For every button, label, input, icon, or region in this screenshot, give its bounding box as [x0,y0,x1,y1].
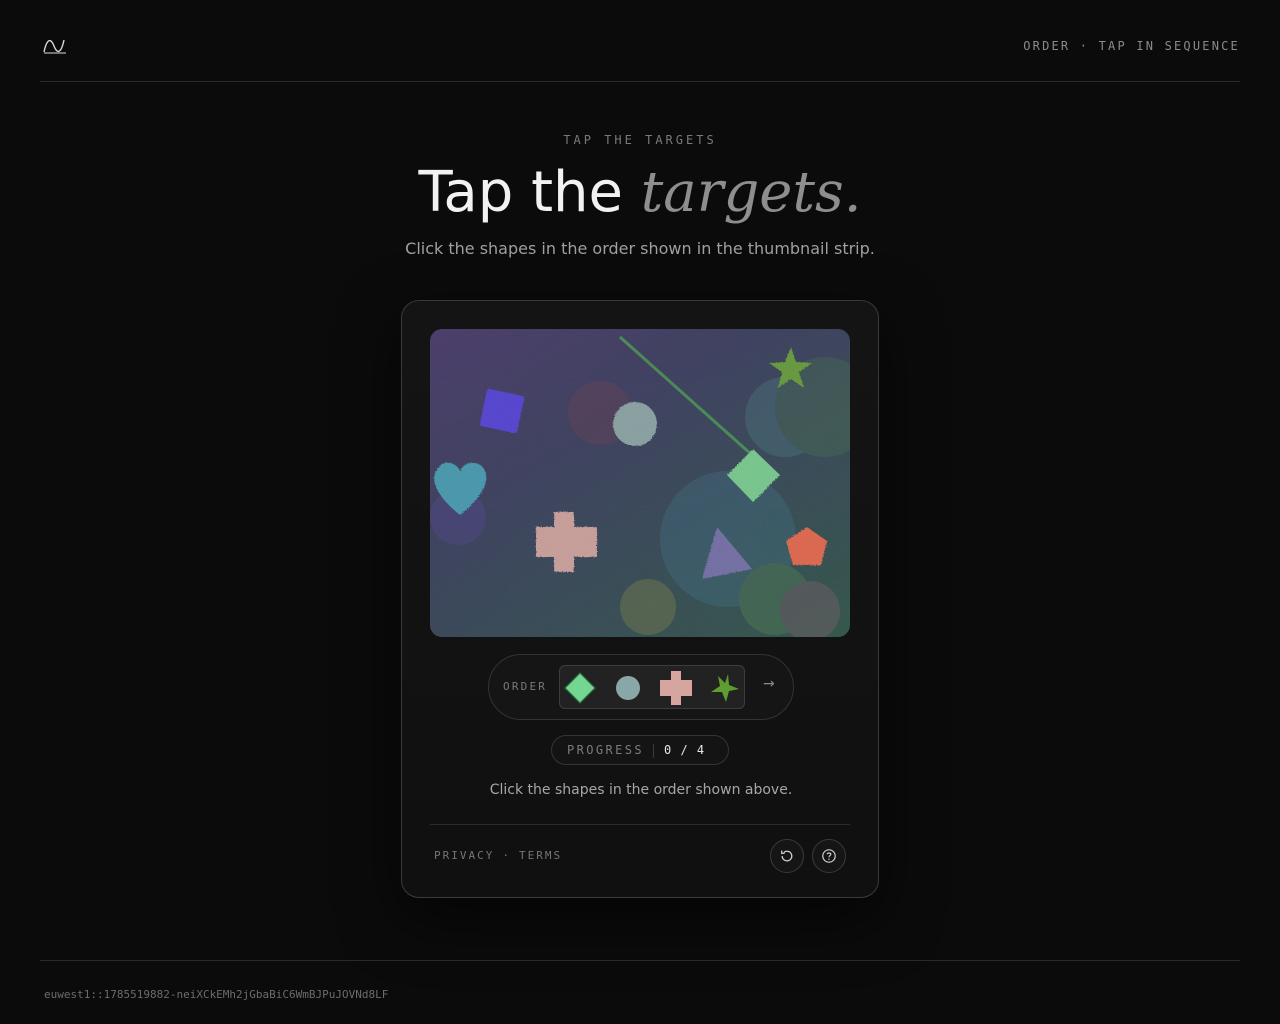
order-strip: ORDER → [488,654,794,720]
help-icon [822,849,836,863]
noise-overlay [430,329,850,637]
challenge-canvas-svg [430,329,850,637]
progress-indicator: PROGRESS 0 / 4 [551,735,729,765]
top-bar: ORDER · TAP IN SEQUENCE [40,0,1240,82]
thumb-cross-icon [660,671,692,705]
legal-links: PRIVACY · TERMS [434,849,562,862]
captcha-card: ORDER → PROGRESS 0 / 4 Click the shapes … [401,300,879,898]
help-button[interactable] [812,839,846,873]
progress-label: PROGRESS [567,743,644,757]
thumbnail-strip [559,665,745,709]
thumb-circle-icon [616,676,640,700]
refresh-icon [780,850,793,862]
challenge-canvas [430,329,850,637]
thumb-star-icon [711,674,739,702]
privacy-link[interactable]: PRIVACY [434,849,494,862]
title-plain: Tap the [418,160,641,225]
order-arrow-icon: → [763,676,775,692]
bottom-divider [40,960,1240,961]
order-label: ORDER [503,680,548,693]
wave-logo-icon [43,39,66,54]
title-accent: targets. [640,160,862,225]
session-id: euwest1::1785519882-neiXCkEMh2jGbaBiC6Wm… [44,988,389,1001]
progress-value: 0 / 4 [664,743,706,757]
progress-divider [653,744,654,758]
terms-link[interactable]: TERMS [519,849,562,862]
refresh-button[interactable] [770,839,804,873]
card-footer: PRIVACY · TERMS [430,824,850,899]
instruction-hint: Click the shapes in the order shown abov… [489,782,793,798]
mode-tag: ORDER · TAP IN SEQUENCE [1023,39,1240,53]
page-subtitle: Click the shapes in the order shown in t… [405,239,875,258]
legal-separator: · [502,849,511,862]
page-title: Tap the targets. [0,160,1280,226]
eyebrow-label: TAP THE TARGETS [563,133,717,147]
thumb-diamond-icon [564,672,596,704]
